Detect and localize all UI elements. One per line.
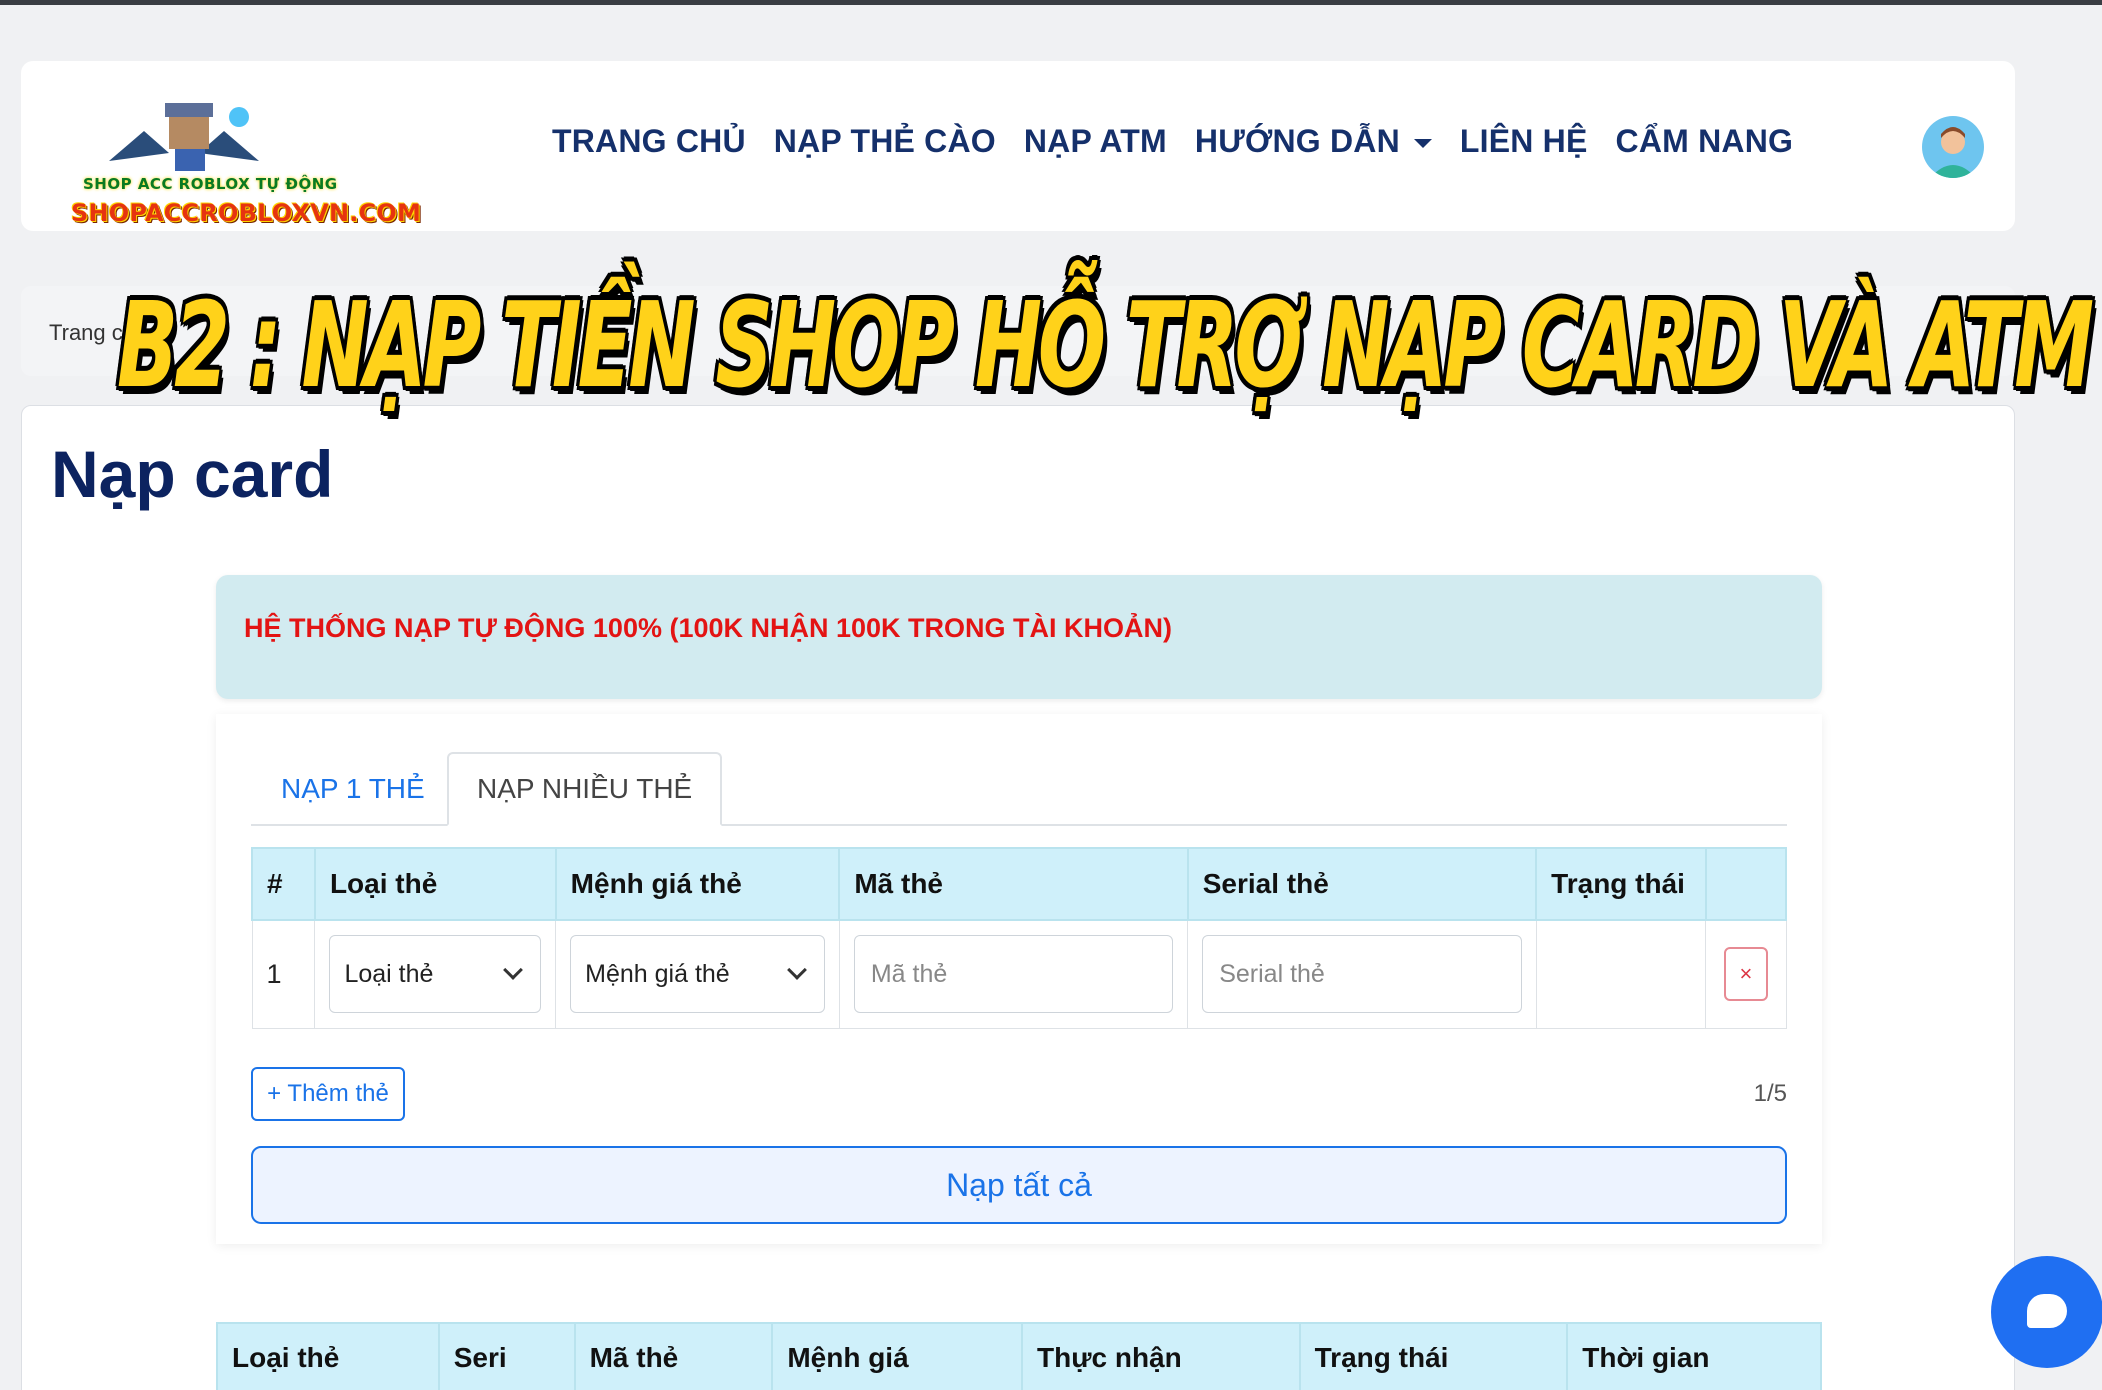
chevron-down-icon	[786, 960, 807, 981]
site-header: SHOP ACC ROBLOX TỰ ĐỘNG SHOPACCROBLOXVN.…	[21, 61, 2015, 231]
col-serial: Serial thẻ	[1186, 847, 1538, 921]
user-avatar[interactable]	[1922, 116, 1984, 178]
delete-row-button[interactable]: ×	[1723, 947, 1768, 1002]
add-card-button[interactable]: + Thêm thẻ	[251, 1067, 405, 1121]
row-index: 1	[251, 919, 316, 1029]
recharge-panel: NẠP 1 THẺ NẠP NHIỀU THẺ # Loại thẻ Mệnh …	[216, 714, 1822, 1244]
history-table: Loại thẻ Seri Mã thẻ Mệnh giá Thực nhận …	[216, 1322, 1822, 1390]
info-alert: HỆ THỐNG NẠP TỰ ĐỘNG 100% (100K NHẬN 100…	[216, 575, 1822, 699]
col-status: Trạng thái	[1535, 847, 1707, 921]
card-type-value: Loại thẻ	[344, 959, 434, 988]
denomination-select[interactable]: Mệnh giá thẻ	[570, 935, 825, 1014]
alert-text: HỆ THỐNG NẠP TỰ ĐỘNG 100% (100K NHẬN 100…	[244, 613, 1173, 643]
main-nav: TRANG CHỦ NẠP THẺ CÀO NẠP ATM HƯỚNG DẪN …	[552, 123, 1793, 160]
col-card-code: Mã thẻ	[838, 847, 1189, 921]
nav-contact[interactable]: LIÊN HỆ	[1460, 123, 1588, 160]
hist-col-serial: Seri	[437, 1322, 576, 1390]
card-form-table: # Loại thẻ Mệnh giá thẻ Mã thẻ Serial th…	[251, 847, 1788, 1029]
col-index: #	[251, 847, 316, 921]
user-avatar-icon	[1930, 127, 1976, 178]
nav-handbook[interactable]: CẨM NANG	[1616, 123, 1794, 160]
tab-single-card[interactable]: NẠP 1 THẺ	[253, 752, 453, 826]
tab-multi-card[interactable]: NẠP NHIỀU THẺ	[447, 752, 723, 826]
card-code-cell: Mã thẻ	[838, 919, 1189, 1029]
table-row: 1 Loại thẻ Mệnh giá thẻ Mã thẻ Serial th…	[251, 919, 1787, 1029]
serial-input[interactable]: Serial thẻ	[1202, 935, 1522, 1014]
nav-guide[interactable]: HƯỚNG DẪN	[1195, 123, 1432, 160]
chat-icon	[2027, 1294, 2067, 1328]
main-content: Nạp card HỆ THỐNG NẠP TỰ ĐỘNG 100% (100K…	[21, 405, 2015, 1390]
nav-scratch-card[interactable]: NẠP THẺ CÀO	[774, 123, 996, 160]
serial-cell: Serial thẻ	[1187, 919, 1537, 1029]
logo-character-icon	[109, 103, 259, 171]
col-card-type: Loại thẻ	[313, 847, 557, 921]
table-header-row: # Loại thẻ Mệnh giá thẻ Mã thẻ Serial th…	[251, 847, 1788, 921]
browser-top-border	[0, 0, 2102, 5]
serial-placeholder: Serial thẻ	[1219, 959, 1325, 988]
denomination-cell: Mệnh giá thẻ	[555, 919, 840, 1029]
close-icon: ×	[1739, 961, 1753, 987]
card-count: 1/5	[1753, 1080, 1787, 1107]
hist-col-denomination: Mệnh giá	[771, 1322, 1023, 1390]
nav-guide-label: HƯỚNG DẪN	[1194, 123, 1400, 159]
hist-col-status: Trạng thái	[1298, 1322, 1569, 1390]
submit-all-button[interactable]: Nạp tất cả	[251, 1146, 1787, 1224]
delete-cell: ×	[1705, 919, 1787, 1029]
status-cell	[1535, 919, 1707, 1029]
tutorial-banner: B2 : NẠP TIỀN SHOP HỖ TRỢ NẠP CARD VÀ AT…	[117, 270, 2094, 420]
hist-col-received: Thực nhận	[1021, 1322, 1301, 1390]
col-actions	[1704, 847, 1788, 921]
col-denomination: Mệnh giá thẻ	[554, 847, 841, 921]
card-code-placeholder: Mã thẻ	[870, 959, 948, 988]
card-type-select[interactable]: Loại thẻ	[329, 935, 542, 1014]
banner-text: B2 : NẠP TIỀN SHOP HỖ TRỢ NẠP CARD VÀ AT…	[117, 276, 2094, 414]
denomination-value: Mệnh giá thẻ	[585, 959, 730, 988]
card-code-input[interactable]: Mã thẻ	[853, 935, 1174, 1014]
logo-tagline: SHOP ACC ROBLOX TỰ ĐỘNG	[83, 175, 338, 193]
page-title: Nạp card	[51, 437, 334, 511]
hist-col-card-type: Loại thẻ	[216, 1322, 440, 1390]
site-logo[interactable]: SHOP ACC ROBLOX TỰ ĐỘNG SHOPACCROBLOXVN.…	[49, 91, 421, 227]
hist-col-time: Thời gian	[1566, 1322, 1822, 1390]
caret-down-icon	[1413, 139, 1432, 149]
nav-home[interactable]: TRANG CHỦ	[552, 123, 746, 160]
breadcrumb-text[interactable]: Trang c	[49, 320, 123, 346]
chat-widget-button[interactable]	[1991, 1256, 2102, 1368]
nav-atm[interactable]: NẠP ATM	[1024, 123, 1167, 160]
chevron-down-icon	[503, 960, 524, 981]
logo-domain: SHOPACCROBLOXVN.COM	[71, 199, 422, 227]
hist-col-code: Mã thẻ	[573, 1322, 774, 1390]
card-type-cell: Loại thẻ	[314, 919, 557, 1029]
history-header-row: Loại thẻ Seri Mã thẻ Mệnh giá Thực nhận …	[216, 1322, 1822, 1390]
